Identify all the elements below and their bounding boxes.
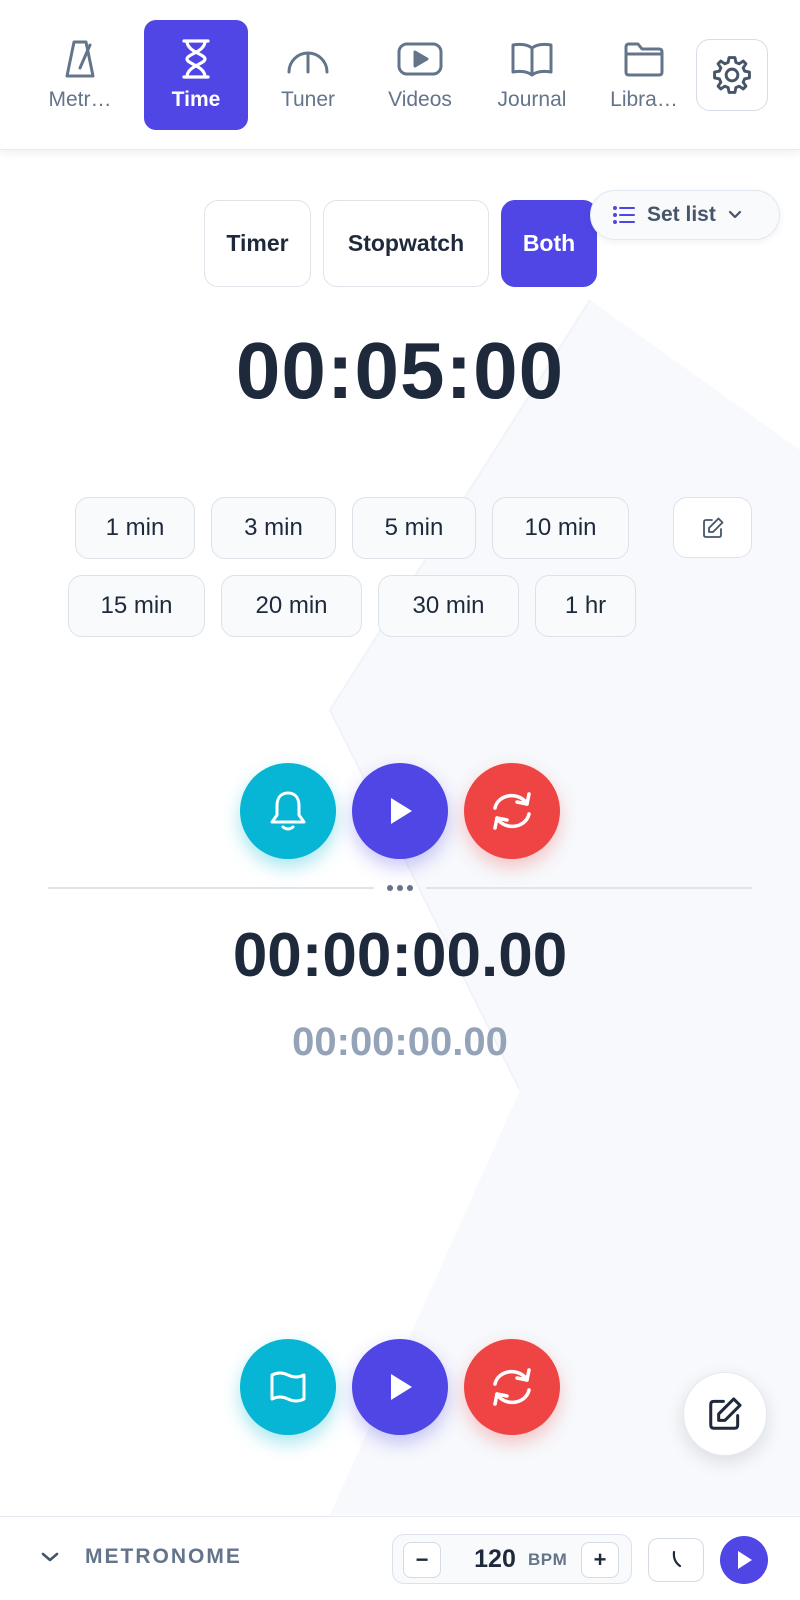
bpm-decrement-button[interactable]: −: [403, 1542, 441, 1578]
preset-button[interactable]: 20 min: [221, 575, 362, 637]
timer-display: 00:05:00: [235, 326, 565, 415]
preset-button[interactable]: 3 min: [211, 497, 336, 559]
play-icon: [735, 1550, 753, 1570]
preset-button[interactable]: 30 min: [378, 575, 519, 637]
nav-item-label: Time: [171, 88, 221, 111]
stopwatch-play-button[interactable]: [352, 1339, 448, 1435]
notes-fab-button[interactable]: [683, 1372, 767, 1456]
resize-handle[interactable]: [383, 880, 417, 896]
nav-item-tuner[interactable]: Tuner: [256, 20, 360, 130]
refresh-icon: [488, 1365, 536, 1409]
preset-button[interactable]: 10 min: [492, 497, 629, 559]
nav-item-library[interactable]: Libra…: [592, 20, 696, 130]
preset-button[interactable]: 1 min: [75, 497, 195, 559]
preset-button[interactable]: 15 min: [68, 575, 205, 637]
video-play-icon: [397, 38, 443, 80]
nav-item-label: Journal: [497, 88, 567, 111]
play-icon: [386, 1372, 414, 1402]
mode-both-button[interactable]: Both: [501, 200, 597, 287]
bpm-increment-button[interactable]: +: [581, 1542, 619, 1578]
stopwatch-display: 00:00:00.00: [232, 921, 568, 990]
setlist-label: Set list: [647, 203, 716, 226]
nav-item-videos[interactable]: Videos: [368, 20, 472, 130]
edit-icon: [706, 1395, 744, 1433]
setlist-dropdown[interactable]: Set list: [590, 190, 780, 240]
flag-icon: [268, 1369, 308, 1405]
bpm-control: − 120 BPM +: [392, 1534, 632, 1584]
nav-item-metronome[interactable]: Metr…: [28, 20, 132, 130]
gauge-icon: [285, 38, 331, 80]
nav-item-journal[interactable]: Journal: [480, 20, 584, 130]
section-divider: [426, 887, 752, 889]
stopwatch-lap-button[interactable]: [240, 1339, 336, 1435]
section-divider: [48, 887, 374, 889]
folder-icon: [621, 38, 667, 80]
stopwatch-lap-time: 00:00:00.00: [292, 1020, 508, 1064]
edit-presets-button[interactable]: [673, 497, 752, 558]
metronome-icon: [57, 38, 103, 80]
refresh-icon: [488, 789, 536, 833]
chevron-down-icon: [728, 210, 742, 220]
settings-button[interactable]: [696, 39, 768, 111]
timer-play-button[interactable]: [352, 763, 448, 859]
bpm-unit: BPM: [528, 1550, 568, 1569]
metronome-bar: METRONOME − 120 BPM +: [0, 1516, 800, 1600]
mode-stopwatch-button[interactable]: Stopwatch: [323, 200, 489, 287]
nav-item-label: Videos: [388, 88, 452, 111]
play-icon: [386, 796, 414, 826]
list-icon: [613, 206, 635, 224]
stopwatch-reset-button[interactable]: [464, 1339, 560, 1435]
metronome-bar-label[interactable]: METRONOME: [85, 1545, 242, 1569]
nav-item-label: Tuner: [280, 88, 336, 111]
preset-button[interactable]: 1 hr: [535, 575, 636, 637]
nav-item-label: Metr…: [48, 88, 112, 111]
gear-icon: [710, 53, 754, 97]
hourglass-icon: [173, 38, 219, 80]
bpm-value[interactable]: 120: [465, 1545, 525, 1574]
timer-reset-button[interactable]: [464, 763, 560, 859]
nav-item-label: Libra…: [610, 88, 678, 111]
tap-icon: [668, 1549, 684, 1571]
preset-button[interactable]: 5 min: [352, 497, 476, 559]
timer-alarm-button[interactable]: [240, 763, 336, 859]
tap-tempo-button[interactable]: [648, 1538, 704, 1582]
open-book-icon: [509, 38, 555, 80]
nav-item-time[interactable]: Time: [144, 20, 248, 130]
edit-icon: [701, 516, 725, 540]
metronome-play-button[interactable]: [720, 1536, 768, 1584]
top-navigation: Metr… Time Tuner Videos Journal Libra…: [0, 0, 800, 150]
bell-icon: [268, 789, 308, 833]
mode-timer-button[interactable]: Timer: [204, 200, 311, 287]
chevron-down-icon[interactable]: [38, 1545, 62, 1569]
